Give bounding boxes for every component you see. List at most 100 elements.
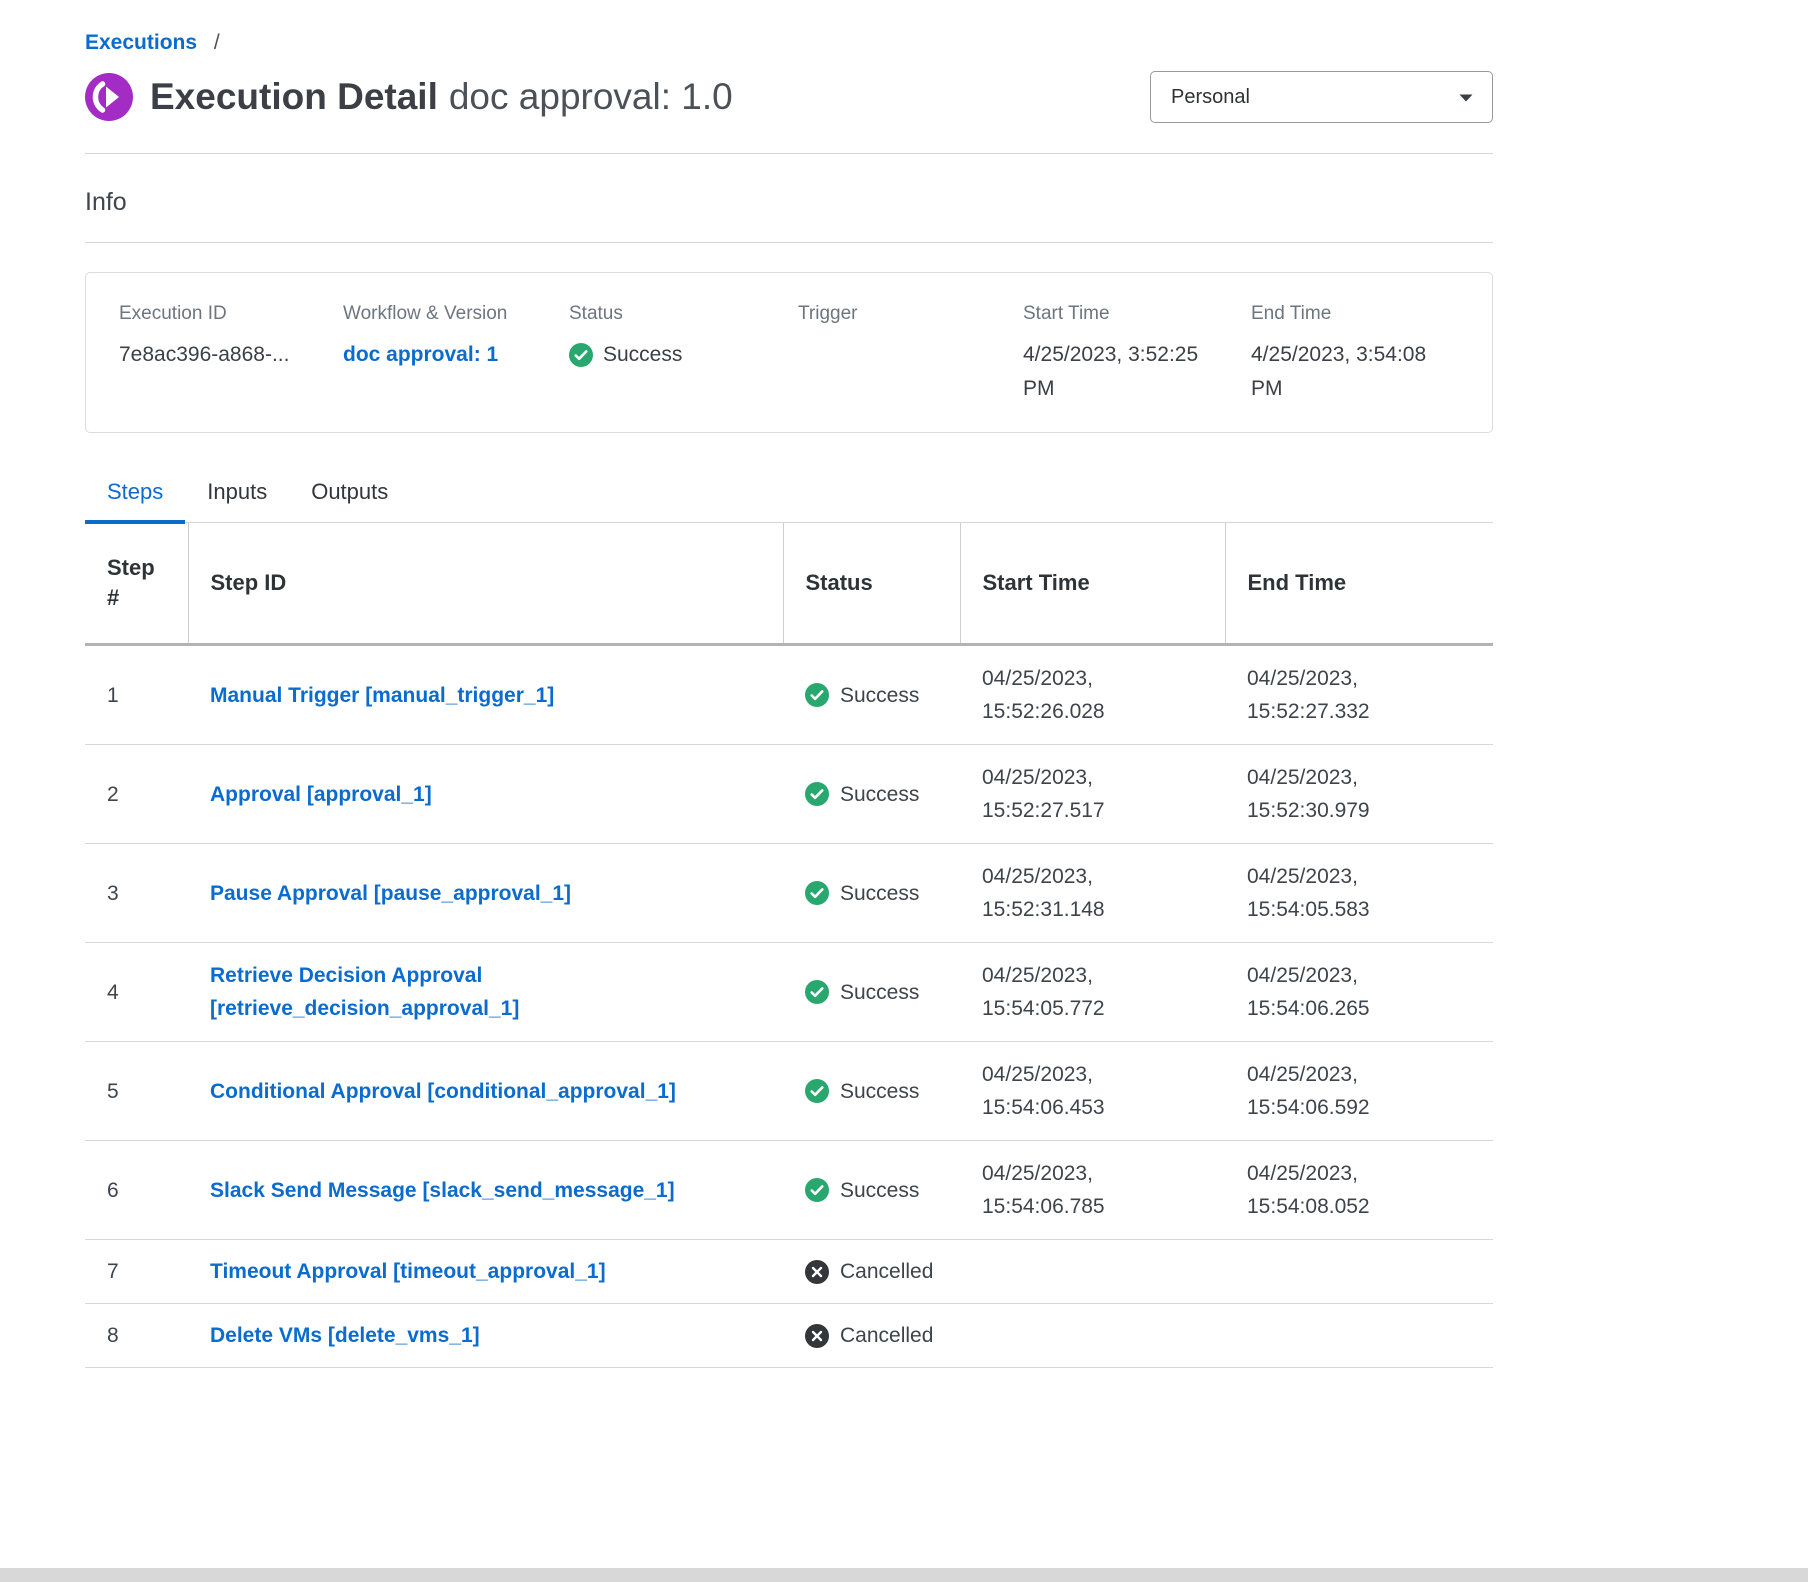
step-number: 7	[85, 1240, 188, 1304]
step-end-time: 04/25/2023, 15:54:05.583	[1225, 844, 1493, 943]
status-badge: Cancelled	[805, 1319, 942, 1352]
table-row: 5 Conditional Approval [conditional_appr…	[85, 1042, 1493, 1141]
tabs: Steps Inputs Outputs	[85, 469, 1493, 523]
chevron-down-icon	[1458, 86, 1474, 109]
status-text: Success	[840, 679, 919, 712]
breadcrumb-executions-link[interactable]: Executions	[85, 31, 197, 54]
step-number: 5	[85, 1042, 188, 1141]
divider	[85, 242, 1493, 243]
table-row: 3 Pause Approval [pause_approval_1] Succ…	[85, 844, 1493, 943]
step-start-time	[960, 1240, 1225, 1304]
step-number: 3	[85, 844, 188, 943]
page-title: Execution Detail doc approval: 1.0	[150, 76, 733, 118]
step-end-time: 04/25/2023, 15:52:27.332	[1225, 645, 1493, 745]
table-row: 7 Timeout Approval [timeout_approval_1] …	[85, 1240, 1493, 1304]
step-id-link[interactable]: Delete VMs [delete_vms_1]	[210, 1324, 480, 1347]
tab-steps[interactable]: Steps	[85, 469, 185, 522]
info-label: Workflow & Version	[343, 303, 569, 325]
end-time-value: 4/25/2023, 3:54:08 PM	[1251, 338, 1492, 406]
info-section-title: Info	[85, 188, 1493, 217]
step-start-time: 04/25/2023, 15:52:26.028	[960, 645, 1225, 745]
step-id-link[interactable]: Slack Send Message [slack_send_message_1…	[210, 1179, 675, 1202]
scope-dropdown-value: Personal	[1171, 86, 1250, 109]
status-badge: Success	[805, 1174, 942, 1207]
success-check-icon	[805, 1079, 829, 1103]
info-label: End Time	[1251, 303, 1492, 325]
status-text: Success	[840, 1174, 919, 1207]
info-field-start-time: Start Time 4/25/2023, 3:52:25 PM	[1023, 303, 1251, 406]
status-text: Success	[840, 877, 919, 910]
info-label: Trigger	[798, 303, 1023, 325]
status-badge: Success	[805, 679, 942, 712]
success-check-icon	[805, 683, 829, 707]
page-title-subtitle: doc approval: 1.0	[449, 76, 733, 117]
breadcrumb-separator: /	[214, 31, 220, 54]
info-label: Status	[569, 303, 798, 325]
step-end-time	[1225, 1304, 1493, 1368]
step-start-time: 04/25/2023, 15:54:05.772	[960, 943, 1225, 1042]
info-field-execution-id: Execution ID 7e8ac396-a868-...	[119, 303, 343, 406]
check-circle-icon	[569, 343, 593, 367]
execution-detail-page: Executions / Execution Detail doc approva…	[85, 0, 1493, 1368]
col-header-start-time: Start Time	[960, 523, 1225, 645]
info-card: Execution ID 7e8ac396-a868-... Workflow …	[85, 272, 1493, 433]
step-start-time: 04/25/2023, 15:52:31.148	[960, 844, 1225, 943]
info-label: Execution ID	[119, 303, 343, 325]
step-id-link[interactable]: Approval [approval_1]	[210, 783, 432, 806]
page-title-main: Execution Detail	[150, 76, 438, 117]
step-end-time: 04/25/2023, 15:52:30.979	[1225, 745, 1493, 844]
step-end-time: 04/25/2023, 15:54:08.052	[1225, 1141, 1493, 1240]
scope-dropdown[interactable]: Personal	[1150, 71, 1493, 123]
step-id-link[interactable]: Pause Approval [pause_approval_1]	[210, 882, 571, 905]
info-field-workflow-version: Workflow & Version doc approval: 1	[343, 303, 569, 406]
step-start-time: 04/25/2023, 15:54:06.453	[960, 1042, 1225, 1141]
step-id-link[interactable]: Timeout Approval [timeout_approval_1]	[210, 1260, 606, 1283]
status-value: Success	[603, 338, 682, 372]
divider	[85, 153, 1493, 154]
bottom-bar	[0, 1568, 1808, 1582]
step-id-link[interactable]: Manual Trigger [manual_trigger_1]	[210, 684, 554, 707]
table-row: 1 Manual Trigger [manual_trigger_1] Succ…	[85, 645, 1493, 745]
info-field-end-time: End Time 4/25/2023, 3:54:08 PM	[1251, 303, 1492, 406]
success-check-icon	[805, 782, 829, 806]
success-check-icon	[805, 1178, 829, 1202]
table-row: 6 Slack Send Message [slack_send_message…	[85, 1141, 1493, 1240]
table-header-row: Step # Step ID Status Start Time End Tim…	[85, 523, 1493, 645]
status-text: Success	[840, 1075, 919, 1108]
status-badge: Success	[805, 877, 942, 910]
step-number: 2	[85, 745, 188, 844]
step-id-link[interactable]: Conditional Approval [conditional_approv…	[210, 1080, 676, 1103]
col-header-status: Status	[783, 523, 960, 645]
status-badge: Success	[805, 778, 942, 811]
step-start-time	[960, 1304, 1225, 1368]
tab-inputs[interactable]: Inputs	[185, 469, 289, 522]
step-end-time: 04/25/2023, 15:54:06.592	[1225, 1042, 1493, 1141]
title-row: Execution Detail doc approval: 1.0 Person…	[85, 71, 1493, 123]
status-text: Cancelled	[840, 1319, 933, 1352]
breadcrumb: Executions /	[85, 0, 1493, 55]
status-badge: Success	[805, 1075, 942, 1108]
steps-table: Step # Step ID Status Start Time End Tim…	[85, 523, 1493, 1368]
start-time-value: 4/25/2023, 3:52:25 PM	[1023, 338, 1251, 406]
status-text: Success	[840, 778, 919, 811]
status-badge: Success	[805, 976, 942, 1009]
step-number: 1	[85, 645, 188, 745]
step-number: 8	[85, 1304, 188, 1368]
success-check-icon	[805, 881, 829, 905]
step-end-time: 04/25/2023, 15:54:06.265	[1225, 943, 1493, 1042]
step-end-time	[1225, 1240, 1493, 1304]
cancelled-x-icon	[805, 1324, 829, 1348]
col-header-end-time: End Time	[1225, 523, 1493, 645]
step-number: 6	[85, 1141, 188, 1240]
table-row: 2 Approval [approval_1] Success 04/25/20…	[85, 745, 1493, 844]
cancelled-x-icon	[805, 1260, 829, 1284]
success-check-icon	[805, 980, 829, 1004]
tab-outputs[interactable]: Outputs	[289, 469, 410, 522]
col-header-step-number: Step #	[85, 523, 188, 645]
status-text: Cancelled	[840, 1255, 933, 1288]
step-id-link[interactable]: Retrieve Decision Approval [retrieve_dec…	[210, 964, 519, 1020]
step-start-time: 04/25/2023, 15:54:06.785	[960, 1141, 1225, 1240]
status-text: Success	[840, 976, 919, 1009]
workflow-logo-icon	[85, 73, 133, 121]
workflow-version-link[interactable]: doc approval: 1	[343, 343, 498, 366]
